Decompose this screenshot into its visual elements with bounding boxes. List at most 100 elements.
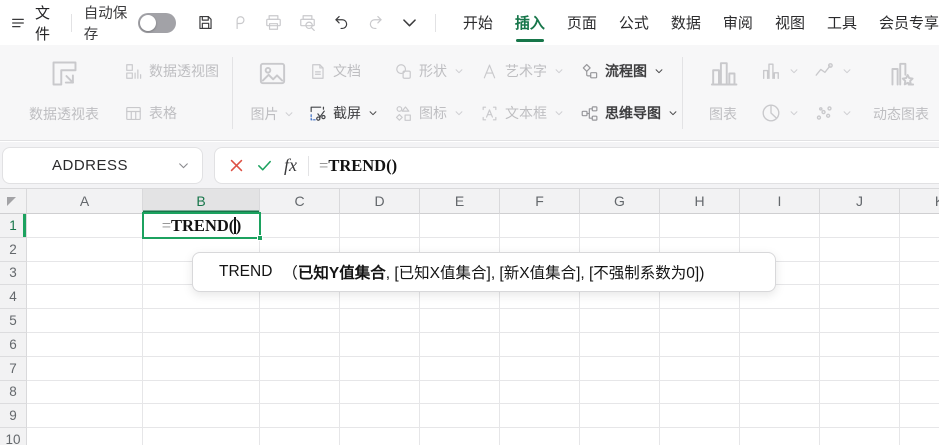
cell-I5[interactable] [740, 309, 820, 333]
hamburger-menu-icon[interactable] [10, 13, 26, 33]
cell-I8[interactable] [740, 380, 820, 405]
cell-J9[interactable] [820, 404, 900, 429]
cell-G7[interactable] [580, 356, 660, 381]
cell-F8[interactable] [500, 380, 580, 405]
cell-D5[interactable] [340, 309, 420, 333]
cell-E1[interactable] [420, 214, 500, 238]
cancel-icon[interactable] [228, 157, 245, 174]
cell-K3[interactable] [900, 261, 939, 286]
cell-F6[interactable] [500, 332, 580, 357]
tab-插入[interactable]: 插入 [515, 12, 545, 42]
cell-A3[interactable] [27, 261, 143, 286]
undo-icon[interactable] [332, 13, 351, 32]
cell-B8[interactable] [143, 380, 260, 405]
cell-F7[interactable] [500, 356, 580, 381]
toolbar-more-icon[interactable] [400, 13, 419, 32]
cell-A7[interactable] [27, 356, 143, 381]
cell-E5[interactable] [420, 309, 500, 333]
tab-页面[interactable]: 页面 [567, 12, 597, 33]
cell-B9[interactable] [143, 404, 260, 429]
row-header-10[interactable]: 10 [0, 428, 27, 445]
cell-J8[interactable] [820, 380, 900, 405]
cell-H9[interactable] [660, 404, 740, 429]
row-header-8[interactable]: 8 [0, 380, 27, 405]
row-header-7[interactable]: 7 [0, 356, 27, 381]
row-header-2[interactable]: 2 [0, 237, 27, 262]
cell-K1[interactable] [900, 214, 939, 238]
cell-I10[interactable] [740, 428, 820, 445]
column-header-G[interactable]: G [580, 189, 660, 214]
cell-G10[interactable] [580, 428, 660, 445]
cell-E7[interactable] [420, 356, 500, 381]
cell-C5[interactable] [260, 309, 340, 333]
tab-开始[interactable]: 开始 [463, 12, 493, 33]
tab-公式[interactable]: 公式 [619, 12, 649, 33]
column-header-D[interactable]: D [340, 189, 420, 214]
cell-K8[interactable] [900, 380, 939, 405]
cell-J6[interactable] [820, 332, 900, 357]
chevron-down-icon[interactable] [177, 159, 190, 172]
cell-A8[interactable] [27, 380, 143, 405]
row-header-3[interactable]: 3 [0, 261, 27, 286]
column-header-J[interactable]: J [820, 189, 900, 214]
cell-A2[interactable] [27, 237, 143, 262]
cell-H6[interactable] [660, 332, 740, 357]
cell-B7[interactable] [143, 356, 260, 381]
ribbon-item-flowchart[interactable]: 流程图 [580, 58, 678, 84]
cell-C10[interactable] [260, 428, 340, 445]
cell-D8[interactable] [340, 380, 420, 405]
cell-K6[interactable] [900, 332, 939, 357]
ribbon-item-mindmap[interactable]: 思维导图 [580, 100, 678, 126]
fill-handle[interactable] [256, 234, 263, 241]
cell-C1[interactable] [260, 214, 340, 238]
cell-D1[interactable] [340, 214, 420, 238]
cell-G1[interactable] [580, 214, 660, 238]
cell-J1[interactable] [820, 214, 900, 238]
cell-I1[interactable] [740, 214, 820, 238]
cell-H5[interactable] [660, 309, 740, 333]
cell-K5[interactable] [900, 309, 939, 333]
cell-F9[interactable] [500, 404, 580, 429]
cell-A9[interactable] [27, 404, 143, 429]
tab-会员专享[interactable]: 会员专享 [879, 12, 939, 33]
cell-I6[interactable] [740, 332, 820, 357]
cell-E8[interactable] [420, 380, 500, 405]
column-header-A[interactable]: A [27, 189, 143, 214]
cell-J2[interactable] [820, 237, 900, 262]
cell-H8[interactable] [660, 380, 740, 405]
column-header-B[interactable]: B [143, 189, 260, 214]
cell-K4[interactable] [900, 285, 939, 310]
cell-H10[interactable] [660, 428, 740, 445]
cell-D6[interactable] [340, 332, 420, 357]
cell-A4[interactable] [27, 285, 143, 310]
column-header-E[interactable]: E [420, 189, 500, 214]
cell-D10[interactable] [340, 428, 420, 445]
cell-C6[interactable] [260, 332, 340, 357]
save-icon[interactable] [196, 13, 215, 32]
cell-J4[interactable] [820, 285, 900, 310]
cell-D7[interactable] [340, 356, 420, 381]
cell-K10[interactable] [900, 428, 939, 445]
insert-function-button[interactable]: fx [284, 155, 297, 176]
cell-G9[interactable] [580, 404, 660, 429]
cell-G5[interactable] [580, 309, 660, 333]
cell-C7[interactable] [260, 356, 340, 381]
cell-F10[interactable] [500, 428, 580, 445]
tab-审阅[interactable]: 审阅 [723, 12, 753, 33]
cell-K7[interactable] [900, 356, 939, 381]
row-header-9[interactable]: 9 [0, 404, 27, 429]
cell-G8[interactable] [580, 380, 660, 405]
cell-A5[interactable] [27, 309, 143, 333]
cell-J5[interactable] [820, 309, 900, 333]
cell-B6[interactable] [143, 332, 260, 357]
cell-H1[interactable] [660, 214, 740, 238]
cell-J3[interactable] [820, 261, 900, 286]
cell-A1[interactable] [27, 214, 143, 238]
active-cell-B1[interactable]: = TREND() [142, 212, 263, 241]
cell-K2[interactable] [900, 237, 939, 262]
cell-I7[interactable] [740, 356, 820, 381]
formula-input[interactable]: =TREND() [319, 156, 397, 176]
cell-C8[interactable] [260, 380, 340, 405]
cell-A6[interactable] [27, 332, 143, 357]
tab-工具[interactable]: 工具 [827, 12, 857, 33]
